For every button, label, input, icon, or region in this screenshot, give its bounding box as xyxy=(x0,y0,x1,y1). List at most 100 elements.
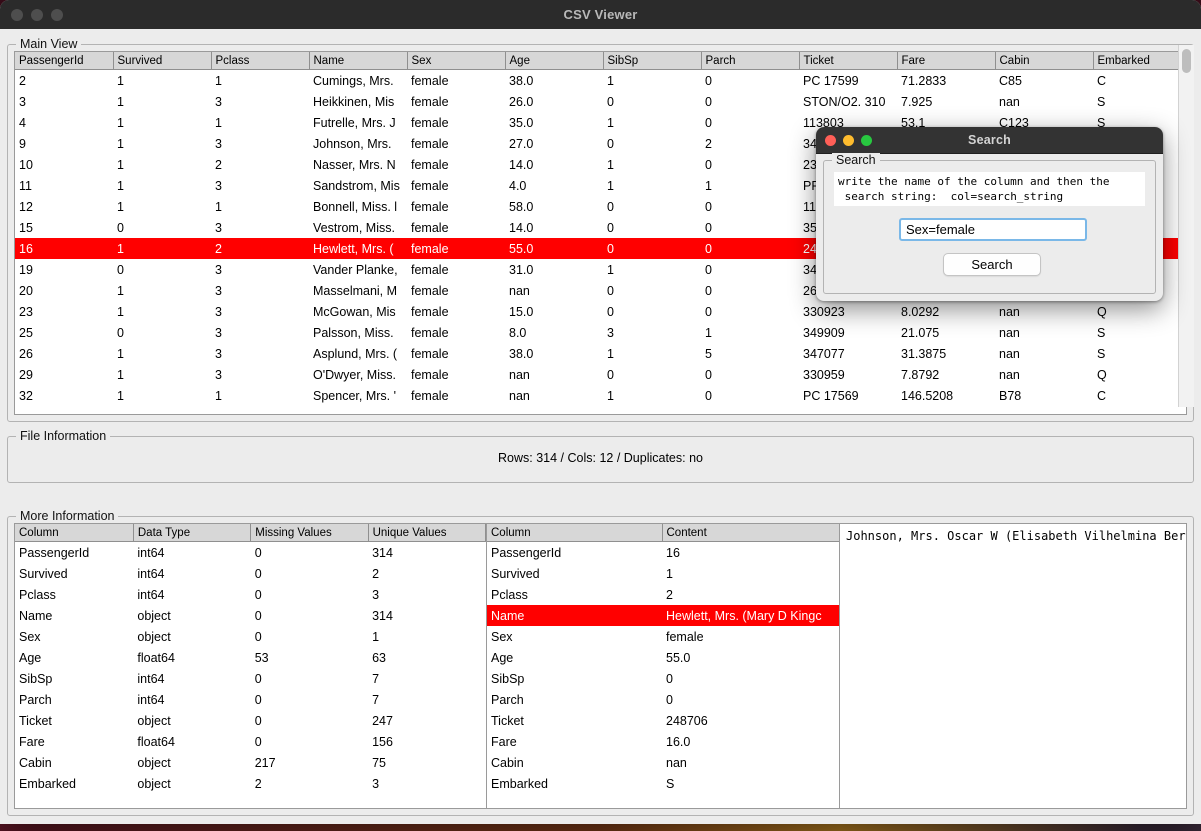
main-view-cell[interactable]: 7.925 xyxy=(897,91,995,112)
detail-text-pane[interactable]: Johnson, Mrs. Oscar W (Elisabeth Vilhelm… xyxy=(840,524,1186,808)
main-view-cell[interactable]: 3 xyxy=(211,322,309,343)
schema-row[interactable]: SibSp int64 0 7 xyxy=(15,668,486,689)
schema-cell[interactable]: 7 xyxy=(368,668,485,689)
schema-row[interactable]: Embarked object 2 3 xyxy=(15,773,486,794)
main-view-cell[interactable]: Spencer, Mrs. ' xyxy=(309,385,407,406)
schema-cell[interactable]: 0 xyxy=(251,710,368,731)
main-view-cell[interactable]: S xyxy=(1093,91,1186,112)
record-cell[interactable]: Cabin xyxy=(487,752,662,773)
main-view-cell[interactable]: 20 xyxy=(15,280,113,301)
main-view-cell[interactable]: female xyxy=(407,238,505,259)
main-view-header-row[interactable]: PassengerId Survived Pclass Name Sex Age SibSp… xyxy=(15,52,1186,70)
main-view-cell[interactable]: Sandstrom, Mis xyxy=(309,175,407,196)
main-view-cell[interactable]: nan xyxy=(505,385,603,406)
main-view-header-name[interactable]: Name xyxy=(309,52,408,70)
main-view-cell[interactable]: 146.5208 xyxy=(897,385,995,406)
record-row[interactable]: Ticket 248706 xyxy=(487,710,839,731)
main-view-cell[interactable]: 0 xyxy=(701,217,799,238)
main-view-cell[interactable]: 0 xyxy=(603,133,701,154)
main-view-cell[interactable]: Nasser, Mrs. N xyxy=(309,154,407,175)
record-row[interactable]: Fare 16.0 xyxy=(487,731,839,752)
schema-cell[interactable]: 247 xyxy=(368,710,485,731)
schema-cell[interactable]: float64 xyxy=(133,731,250,752)
main-view-cell[interactable]: 16 xyxy=(15,238,113,259)
schema-cell[interactable]: object xyxy=(133,626,250,647)
main-view-header-sex[interactable]: Sex xyxy=(407,52,506,70)
main-view-header-survived[interactable]: Survived xyxy=(113,52,212,70)
main-view-cell[interactable]: 1 xyxy=(603,343,701,364)
main-view-cell[interactable]: McGowan, Mis xyxy=(309,301,407,322)
record-row[interactable]: Embarked S xyxy=(487,773,839,794)
main-view-cell[interactable]: 1 xyxy=(211,112,309,133)
schema-table[interactable]: Column Data Type Missing Values Unique Valu… xyxy=(15,524,486,794)
record-cell[interactable]: nan xyxy=(662,752,839,773)
main-view-cell[interactable]: 1 xyxy=(603,259,701,280)
main-view-cell[interactable]: 3 xyxy=(211,133,309,154)
schema-header-data-type[interactable]: Data Type xyxy=(133,524,252,542)
main-view-cell[interactable]: 1 xyxy=(211,70,309,92)
main-view-cell[interactable]: 330923 xyxy=(799,301,897,322)
main-view-cell[interactable]: 0 xyxy=(701,91,799,112)
main-view-row[interactable]: 2 1 1 Cumings, Mrs. female 38.0 1 0 PC 17599 71.2… xyxy=(15,70,1186,92)
main-view-cell[interactable]: 25 xyxy=(15,322,113,343)
main-view-header-passengerid[interactable]: PassengerId xyxy=(15,52,114,70)
schema-cell[interactable]: 1 xyxy=(368,626,485,647)
main-view-cell[interactable]: 1 xyxy=(603,70,701,92)
main-view-cell[interactable]: PC 17569 xyxy=(799,385,897,406)
record-cell[interactable]: Fare xyxy=(487,731,662,752)
main-view-cell[interactable]: 0 xyxy=(113,322,211,343)
main-view-cell[interactable]: 330959 xyxy=(799,364,897,385)
schema-row[interactable]: Cabin object 217 75 xyxy=(15,752,486,773)
main-view-cell[interactable]: female xyxy=(407,196,505,217)
record-cell[interactable]: 16.0 xyxy=(662,731,839,752)
main-view-scrollbar[interactable] xyxy=(1178,45,1194,407)
record-header-content[interactable]: Content xyxy=(662,524,839,542)
schema-cell[interactable]: Pclass xyxy=(15,584,133,605)
main-view-cell[interactable]: 23 xyxy=(15,301,113,322)
record-row[interactable]: Age 55.0 xyxy=(487,647,839,668)
record-cell[interactable]: 248706 xyxy=(662,710,839,731)
main-view-cell[interactable]: 15 xyxy=(15,217,113,238)
main-view-cell[interactable]: 21.075 xyxy=(897,322,995,343)
main-view-row[interactable]: 25 0 3 Palsson, Miss. female 8.0 3 1 349909 21.07… xyxy=(15,322,1186,343)
main-view-cell[interactable]: 35.0 xyxy=(505,112,603,133)
record-row[interactable]: PassengerId 16 xyxy=(487,542,839,564)
main-view-cell[interactable]: nan xyxy=(995,322,1093,343)
main-view-cell[interactable]: nan xyxy=(995,91,1093,112)
schema-row[interactable]: Name object 0 314 xyxy=(15,605,486,626)
schema-cell[interactable]: 217 xyxy=(251,752,368,773)
schema-cell[interactable]: 53 xyxy=(251,647,368,668)
record-cell[interactable]: Name xyxy=(487,605,662,626)
schema-row[interactable]: PassengerId int64 0 314 xyxy=(15,542,486,564)
schema-cell[interactable]: 3 xyxy=(368,773,485,794)
schema-row[interactable]: Fare float64 0 156 xyxy=(15,731,486,752)
main-view-cell[interactable]: 0 xyxy=(603,364,701,385)
main-view-cell[interactable]: 14.0 xyxy=(505,217,603,238)
main-view-cell[interactable]: 3 xyxy=(211,259,309,280)
main-view-cell[interactable]: STON/O2. 310 xyxy=(799,91,897,112)
record-cell[interactable]: 1 xyxy=(662,563,839,584)
main-view-cell[interactable]: 1 xyxy=(113,91,211,112)
schema-cell[interactable]: int64 xyxy=(133,542,250,564)
main-view-cell[interactable]: 0 xyxy=(603,280,701,301)
record-row[interactable]: SibSp 0 xyxy=(487,668,839,689)
record-body[interactable]: PassengerId 16 Survived 1 Pclass 2 Name Hewlett… xyxy=(487,542,839,795)
main-view-cell[interactable]: 3 xyxy=(211,175,309,196)
main-view-scrollbar-thumb[interactable] xyxy=(1182,49,1191,73)
record-row[interactable]: Cabin nan xyxy=(487,752,839,773)
main-view-cell[interactable]: 0 xyxy=(113,217,211,238)
record-row[interactable]: Name Hewlett, Mrs. (Mary D Kingc xyxy=(487,605,839,626)
search-input[interactable] xyxy=(899,218,1087,241)
schema-cell[interactable]: Embarked xyxy=(15,773,133,794)
main-view-header-fare[interactable]: Fare xyxy=(897,52,996,70)
main-view-cell[interactable]: PC 17599 xyxy=(799,70,897,92)
main-view-cell[interactable]: 1 xyxy=(113,364,211,385)
record-cell[interactable]: Ticket xyxy=(487,710,662,731)
schema-cell[interactable]: 2 xyxy=(368,563,485,584)
main-view-cell[interactable]: Q xyxy=(1093,301,1186,322)
main-view-cell[interactable]: nan xyxy=(505,280,603,301)
main-view-cell[interactable]: female xyxy=(407,301,505,322)
record-cell[interactable]: 0 xyxy=(662,689,839,710)
schema-row[interactable]: Pclass int64 0 3 xyxy=(15,584,486,605)
schema-cell[interactable]: int64 xyxy=(133,584,250,605)
